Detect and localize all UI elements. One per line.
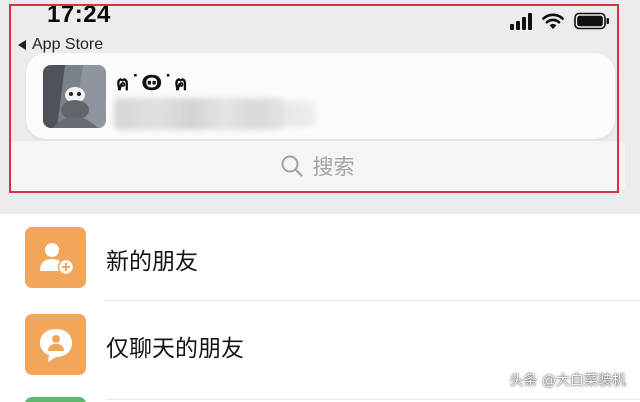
back-to-app-store-link[interactable]: App Store <box>18 35 103 55</box>
battery-icon <box>574 12 609 30</box>
divider <box>106 300 640 301</box>
cellular-signal-icon <box>510 12 532 30</box>
divider <box>106 399 640 400</box>
status-bar-time: 17:24 <box>47 1 111 28</box>
notification-title: ฅ˙Ꙫ˙ฅ <box>116 71 189 95</box>
next-list-item-icon-peek <box>25 397 86 402</box>
back-link-label: App Store <box>32 36 104 53</box>
list-item-new-friends[interactable]: 新的朋友 <box>0 214 640 301</box>
chat-only-friends-icon <box>25 314 86 375</box>
list-item-label: 新的朋友 <box>106 249 198 275</box>
watermark: 头条 @大白菜装机 <box>509 373 626 389</box>
blurred-message-preview-tail <box>256 101 316 127</box>
search-icon <box>281 155 303 177</box>
list-item-label: 仅聊天的朋友 <box>106 336 244 362</box>
status-bar-icons <box>510 10 610 32</box>
search-placeholder: 搜索 <box>312 155 355 179</box>
add-friend-icon <box>25 227 86 288</box>
avatar-image <box>43 65 106 128</box>
top-area: 17:24 App Store ฅ˙Ꙫ˙ฅ 搜索 <box>0 0 640 214</box>
wifi-icon <box>542 13 564 29</box>
search-bar[interactable]: 搜索 <box>10 141 625 191</box>
avatar <box>43 65 106 128</box>
notification-card[interactable]: ฅ˙Ꙫ˙ฅ <box>26 53 615 139</box>
back-triangle-icon <box>18 40 26 50</box>
